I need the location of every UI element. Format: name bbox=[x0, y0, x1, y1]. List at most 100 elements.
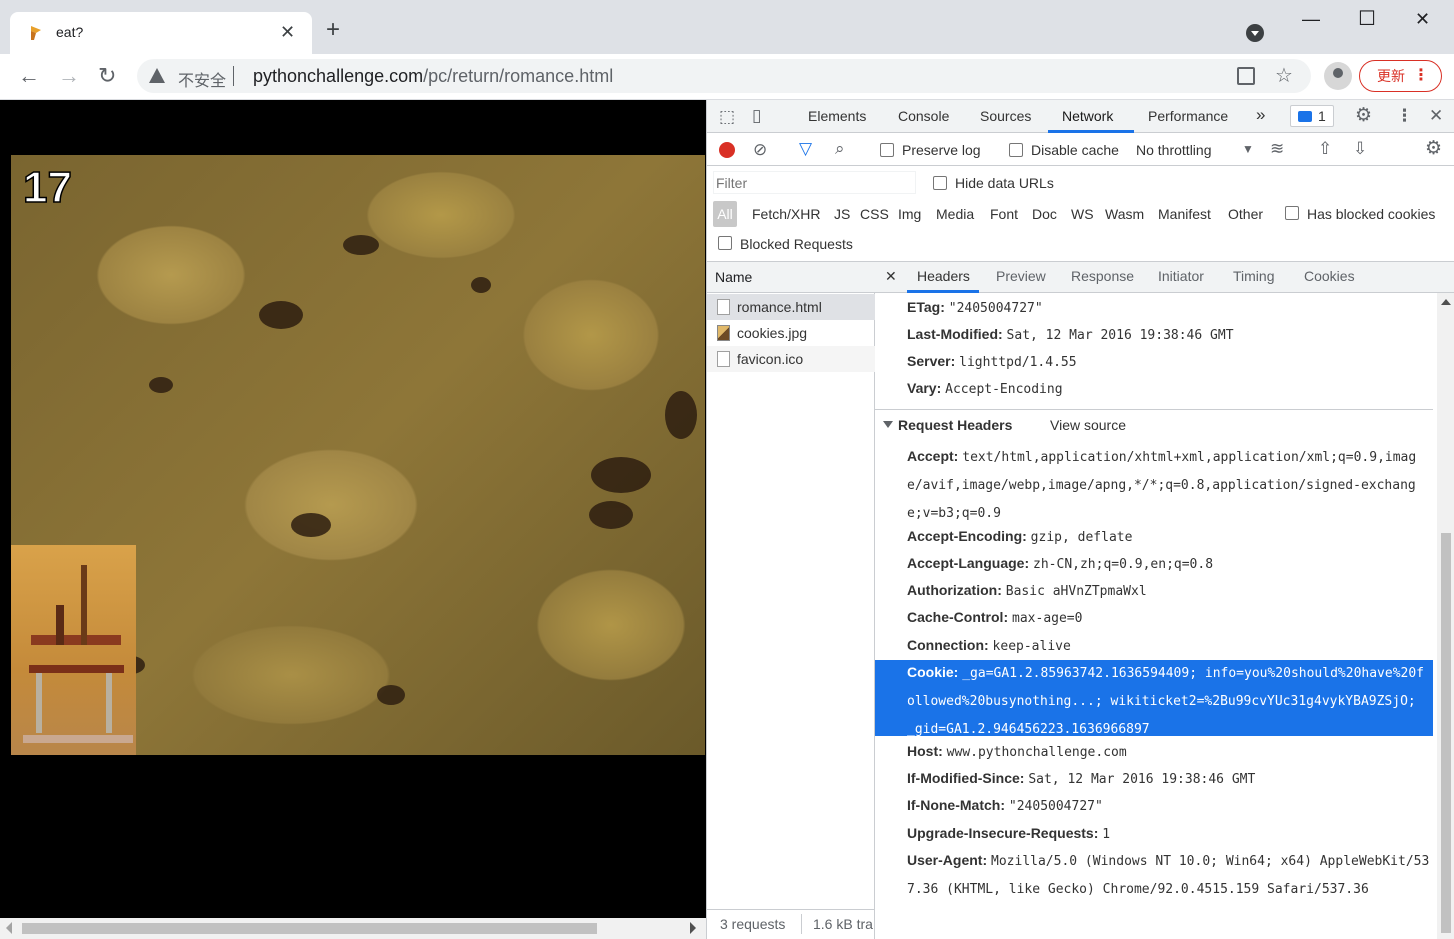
tab-preview[interactable]: Preview bbox=[996, 268, 1046, 284]
filter-type-ws[interactable]: WS bbox=[1071, 206, 1094, 222]
filter-type-font[interactable]: Font bbox=[990, 206, 1018, 222]
filter-type-doc[interactable]: Doc bbox=[1032, 206, 1057, 222]
address-bar[interactable]: 不安全 pythonchallenge.com/pc/return/romanc… bbox=[137, 59, 1311, 93]
profile-icon[interactable] bbox=[1324, 62, 1352, 90]
reload-icon[interactable]: ↻ bbox=[98, 64, 116, 88]
clear-icon[interactable]: ⊘ bbox=[753, 140, 767, 160]
url-text[interactable]: pythonchallenge.com/pc/return/romance.ht… bbox=[253, 66, 613, 87]
name-column-header[interactable]: Name bbox=[707, 262, 875, 293]
header-row[interactable]: Vary: Accept-Encoding bbox=[907, 375, 1431, 403]
scroll-left-icon[interactable] bbox=[6, 922, 12, 934]
throttling-select[interactable]: No throttling bbox=[1136, 142, 1211, 158]
disable-cache-checkbox[interactable] bbox=[1009, 143, 1023, 157]
blocked-requests-checkbox[interactable] bbox=[718, 236, 732, 250]
tab-close-icon[interactable]: ✕ bbox=[280, 22, 295, 42]
header-row[interactable]: Authorization: Basic aHVnZTpmaWxl bbox=[907, 577, 1431, 605]
network-settings-gear-icon[interactable]: ⚙ bbox=[1425, 139, 1442, 159]
horizontal-scrollbar[interactable] bbox=[0, 918, 706, 939]
filter-type-css[interactable]: CSS bbox=[860, 206, 889, 222]
filter-type-js[interactable]: JS bbox=[834, 206, 850, 222]
header-row-selected[interactable]: Cookie: _ga=GA1.2.85963742.1636594409; i… bbox=[907, 659, 1431, 743]
window-close-button[interactable]: ✕ bbox=[1415, 8, 1430, 30]
back-icon[interactable]: ← bbox=[18, 64, 40, 88]
menu-icon[interactable]: ⋮ bbox=[1413, 61, 1429, 91]
insecure-label[interactable]: 不安全 bbox=[178, 67, 226, 91]
settings-gear-icon[interactable]: ⚙ bbox=[1355, 106, 1372, 126]
network-conditions-icon[interactable]: ≋ bbox=[1270, 139, 1284, 159]
request-row[interactable]: romance.html bbox=[707, 294, 875, 320]
header-row[interactable]: Accept-Language: zh-CN,zh;q=0.9,en;q=0.8 bbox=[907, 550, 1431, 578]
filter-type-manifest[interactable]: Manifest bbox=[1158, 206, 1211, 222]
tab-console[interactable]: Console bbox=[898, 108, 949, 124]
tab-initiator[interactable]: Initiator bbox=[1158, 268, 1204, 284]
url-host: pythonchallenge.com bbox=[253, 66, 424, 86]
tab-performance[interactable]: Performance bbox=[1148, 108, 1228, 124]
tab-elements[interactable]: Elements bbox=[808, 108, 866, 124]
export-har-icon[interactable]: ⇩ bbox=[1353, 139, 1367, 159]
import-har-icon[interactable]: ⇧ bbox=[1318, 139, 1332, 159]
warning-icon[interactable] bbox=[149, 68, 165, 83]
request-row[interactable]: cookies.jpg bbox=[707, 320, 875, 346]
inspect-element-icon[interactable]: ⬚ bbox=[719, 107, 735, 127]
header-row[interactable]: Upgrade-Insecure-Requests: 1 bbox=[907, 820, 1431, 848]
more-tabs-icon[interactable]: » bbox=[1256, 105, 1265, 125]
tab-network[interactable]: Network bbox=[1062, 108, 1113, 124]
scroll-right-icon[interactable] bbox=[690, 922, 696, 934]
header-row[interactable]: ETag: "2405004727" bbox=[907, 294, 1431, 322]
header-row[interactable]: Connection: keep-alive bbox=[907, 632, 1431, 660]
messages-badge[interactable]: 1 bbox=[1290, 105, 1334, 127]
device-toolbar-icon[interactable]: ▯ bbox=[752, 106, 761, 126]
header-key: Host: bbox=[907, 743, 943, 759]
header-row[interactable]: If-Modified-Since: Sat, 12 Mar 2016 19:3… bbox=[907, 765, 1431, 793]
tab-headers[interactable]: Headers bbox=[917, 268, 970, 284]
tab-timing[interactable]: Timing bbox=[1233, 268, 1275, 284]
star-icon[interactable]: ☆ bbox=[1275, 63, 1293, 88]
scroll-up-icon[interactable] bbox=[1441, 299, 1451, 305]
close-detail-icon[interactable]: ✕ bbox=[885, 268, 897, 285]
window-minimize-button[interactable]: — bbox=[1302, 8, 1320, 30]
tab-response[interactable]: Response bbox=[1071, 268, 1134, 284]
header-row[interactable]: Server: lighttpd/1.4.55 bbox=[907, 348, 1431, 376]
window-maximize-button[interactable]: ☐ bbox=[1358, 8, 1376, 30]
filter-type-fetch-xhr[interactable]: Fetch/XHR bbox=[752, 206, 820, 222]
search-icon[interactable]: ⌕ bbox=[835, 139, 845, 159]
filter-icon[interactable]: ▽ bbox=[799, 139, 812, 159]
view-source-link[interactable]: View source bbox=[1050, 417, 1126, 433]
hide-data-urls-checkbox[interactable] bbox=[933, 176, 947, 190]
preserve-log-checkbox[interactable] bbox=[880, 143, 894, 157]
forward-icon[interactable]: → bbox=[58, 64, 80, 88]
chevron-down-icon[interactable]: ▼ bbox=[1242, 139, 1254, 159]
filter-type-img[interactable]: Img bbox=[898, 206, 921, 222]
header-key: User-Agent: bbox=[907, 852, 988, 868]
header-row[interactable]: Accept: text/html,application/xhtml+xml,… bbox=[907, 443, 1431, 527]
spinning-wheel-thumbnail[interactable] bbox=[11, 545, 136, 755]
filter-type-wasm[interactable]: Wasm bbox=[1105, 206, 1144, 222]
update-button[interactable]: 更新 ⋮ bbox=[1359, 60, 1442, 92]
tab-search-icon[interactable] bbox=[1246, 24, 1264, 42]
filter-input[interactable] bbox=[714, 172, 915, 193]
browser-tab[interactable]: eat? ✕ bbox=[10, 12, 312, 54]
headers-vertical-scrollbar[interactable] bbox=[1437, 293, 1454, 939]
filter-type-all[interactable]: All bbox=[713, 201, 737, 227]
record-icon[interactable] bbox=[719, 142, 735, 158]
filter-type-other[interactable]: Other bbox=[1228, 206, 1263, 222]
scrollbar-thumb[interactable] bbox=[22, 923, 597, 934]
header-value: max-age=0 bbox=[1012, 611, 1083, 626]
new-tab-button[interactable]: + bbox=[326, 18, 340, 42]
header-row[interactable]: User-Agent: Mozilla/5.0 (Windows NT 10.0… bbox=[907, 847, 1431, 903]
tab-sources[interactable]: Sources bbox=[980, 108, 1031, 124]
request-row[interactable]: favicon.ico bbox=[707, 346, 875, 372]
header-row[interactable]: Last-Modified: Sat, 12 Mar 2016 19:38:46… bbox=[907, 321, 1431, 349]
header-row[interactable]: Host: www.pythonchallenge.com bbox=[907, 738, 1431, 766]
has-blocked-cookies-checkbox[interactable] bbox=[1285, 206, 1299, 220]
header-row[interactable]: Accept-Encoding: gzip, deflate bbox=[907, 523, 1431, 551]
more-options-icon[interactable]: ⋮ bbox=[1396, 106, 1413, 126]
qr-icon[interactable] bbox=[1237, 67, 1255, 85]
tab-cookies[interactable]: Cookies bbox=[1304, 268, 1355, 284]
header-row[interactable]: If-None-Match: "2405004727" bbox=[907, 792, 1431, 820]
close-devtools-icon[interactable]: ✕ bbox=[1429, 106, 1443, 126]
header-row[interactable]: Cache-Control: max-age=0 bbox=[907, 604, 1431, 632]
filter-type-media[interactable]: Media bbox=[936, 206, 974, 222]
request-headers-section-toggle[interactable]: Request Headers bbox=[883, 417, 1012, 433]
scrollbar-thumb[interactable] bbox=[1441, 533, 1451, 933]
